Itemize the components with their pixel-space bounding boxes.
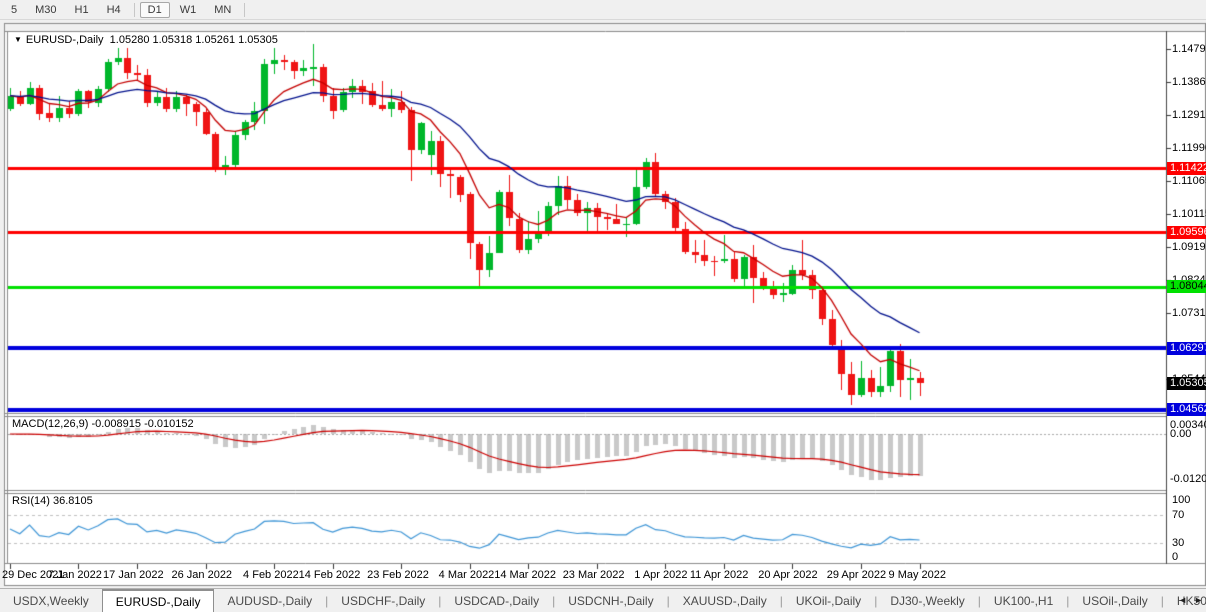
toolbar-separator bbox=[244, 3, 245, 17]
chart-tab-eurusd-daily[interactable]: EURUSD-,Daily bbox=[102, 589, 215, 612]
timeframe-toolbar: 5M30H1H4 D1W1MN bbox=[0, 0, 1206, 20]
chart-tab-usdcad-daily[interactable]: USDCAD-,Daily bbox=[441, 589, 552, 612]
tabs-scroll-left-icon[interactable]: ◄ bbox=[1178, 595, 1187, 605]
chart-tab-ukoil-daily[interactable]: UKOil-,Daily bbox=[783, 589, 874, 612]
chart-tabs-bar: USDX,WeeklyEURUSD-,DailyAUDUSD-,Daily|US… bbox=[0, 588, 1206, 612]
tabs-scroll-right-icon[interactable]: ► bbox=[1194, 595, 1203, 605]
timeframe-button-5[interactable]: 5 bbox=[3, 2, 25, 18]
chart-tab-usdchf-daily[interactable]: USDCHF-,Daily bbox=[328, 589, 438, 612]
timeframe-button-m30[interactable]: M30 bbox=[27, 2, 64, 18]
chart-tab-usoil-daily[interactable]: USOil-,Daily bbox=[1069, 589, 1160, 612]
chart-tab-usdcnh-daily[interactable]: USDCNH-,Daily bbox=[555, 589, 666, 612]
timeframe-button-h4[interactable]: H4 bbox=[99, 2, 129, 18]
tabs-scroll-arrows: ◄ ► bbox=[1178, 588, 1203, 612]
chart-tab-uk100-h1[interactable]: UK100-,H1 bbox=[981, 589, 1066, 612]
timeframe-button-w1[interactable]: W1 bbox=[172, 2, 205, 18]
chart-tab-dj30-weekly[interactable]: DJ30-,Weekly bbox=[877, 589, 977, 612]
timeframe-button-h1[interactable]: H1 bbox=[67, 2, 97, 18]
chart-tab-usdx-weekly[interactable]: USDX,Weekly bbox=[0, 589, 102, 612]
timeframe-button-mn[interactable]: MN bbox=[206, 2, 239, 18]
timeframe-button-d1[interactable]: D1 bbox=[140, 2, 170, 18]
chart-tab-audusd-daily[interactable]: AUDUSD-,Daily bbox=[214, 589, 325, 612]
toolbar-separator bbox=[134, 3, 135, 17]
chart-canvas[interactable] bbox=[0, 20, 1206, 588]
chart-tab-xauusd-daily[interactable]: XAUUSD-,Daily bbox=[670, 589, 780, 612]
